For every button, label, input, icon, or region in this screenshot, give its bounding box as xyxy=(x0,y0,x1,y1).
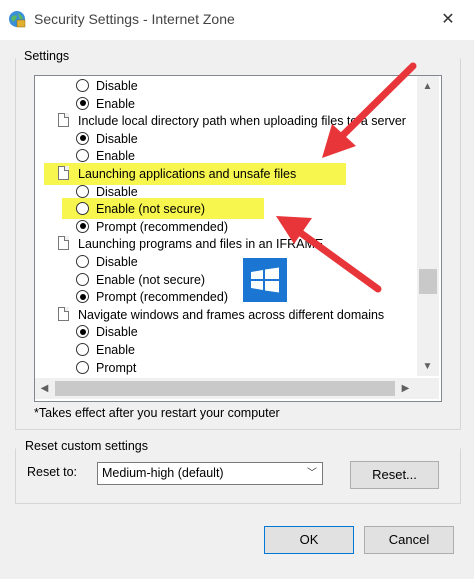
scroll-down-icon[interactable]: ▼ xyxy=(419,358,436,375)
title-bar: Security Settings - Internet Zone ✕ xyxy=(0,0,474,40)
radio-option-label: Enable xyxy=(96,149,135,164)
document-icon xyxy=(58,166,69,180)
document-icon xyxy=(58,113,69,128)
radio-option-label: Enable xyxy=(96,343,135,357)
scroll-corner xyxy=(417,378,439,399)
document-icon xyxy=(58,236,69,251)
setting-header-label: Launching applications and unsafe files xyxy=(78,167,297,181)
radio-unchecked-icon[interactable] xyxy=(76,343,89,356)
setting-header-label: Navigate windows and frames across diffe… xyxy=(78,307,385,322)
radio-option-label: Disable xyxy=(96,79,138,93)
chevron-down-icon: ﹀ xyxy=(307,468,317,479)
settings-group-label: Settings xyxy=(21,49,73,63)
window-title: Security Settings - Internet Zone xyxy=(34,11,235,27)
reset-level-value: Medium-high (default) xyxy=(102,466,224,480)
radio-option-label: Disable xyxy=(96,325,138,340)
radio-option-label: Enable (not secure) xyxy=(96,202,206,217)
windows-logo-icon xyxy=(243,258,287,302)
radio-unchecked-icon[interactable] xyxy=(76,184,89,198)
radio-unchecked-icon[interactable] xyxy=(76,255,89,268)
horizontal-scrollbar[interactable]: ◀ ▶ xyxy=(35,378,417,399)
scroll-right-icon[interactable]: ▶ xyxy=(397,380,414,397)
cancel-button[interactable]: Cancel xyxy=(364,526,454,554)
ok-button[interactable]: OK xyxy=(264,526,354,554)
restart-note: *Takes effect after you restart your com… xyxy=(34,406,280,420)
reset-level-dropdown[interactable]: Medium-high (default) ﹀ xyxy=(97,462,323,485)
close-button[interactable]: ✕ xyxy=(436,8,460,32)
horizontal-scroll-thumb[interactable] xyxy=(55,381,395,396)
radio-checked-icon[interactable] xyxy=(76,219,89,233)
document-icon xyxy=(58,306,69,321)
radio-unchecked-icon[interactable] xyxy=(76,360,89,374)
radio-option-label: Enable (not secure) xyxy=(96,272,206,287)
radio-checked-icon[interactable] xyxy=(76,96,89,110)
radio-option-label: Disable xyxy=(96,184,138,199)
radio-option-label: Disable xyxy=(96,255,138,269)
radio-option-label: Disable xyxy=(96,131,138,146)
reset-button[interactable]: Reset... xyxy=(350,461,439,489)
radio-option-label: Prompt (recommended) xyxy=(96,219,228,234)
radio-option-label: Enable xyxy=(96,96,135,111)
internet-globe-icon xyxy=(9,11,26,28)
vertical-scroll-thumb[interactable] xyxy=(419,269,437,294)
radio-option-label: Prompt (recommended) xyxy=(96,290,228,305)
reset-group-label: Reset custom settings xyxy=(22,439,151,453)
radio-unchecked-icon[interactable] xyxy=(76,79,89,92)
radio-checked-icon[interactable] xyxy=(76,131,89,145)
scroll-up-icon[interactable]: ▲ xyxy=(419,78,436,95)
setting-header-label: Include local directory path when upload… xyxy=(78,114,406,129)
radio-unchecked-icon[interactable] xyxy=(76,272,89,286)
reset-to-label: Reset to: xyxy=(27,465,78,479)
setting-header-label: Launching programs and files in an IFRAM… xyxy=(78,237,324,252)
vertical-scrollbar[interactable]: ▲ ▼ xyxy=(417,76,439,376)
radio-option-label: Prompt xyxy=(96,360,137,375)
scroll-left-icon[interactable]: ◀ xyxy=(36,380,53,397)
